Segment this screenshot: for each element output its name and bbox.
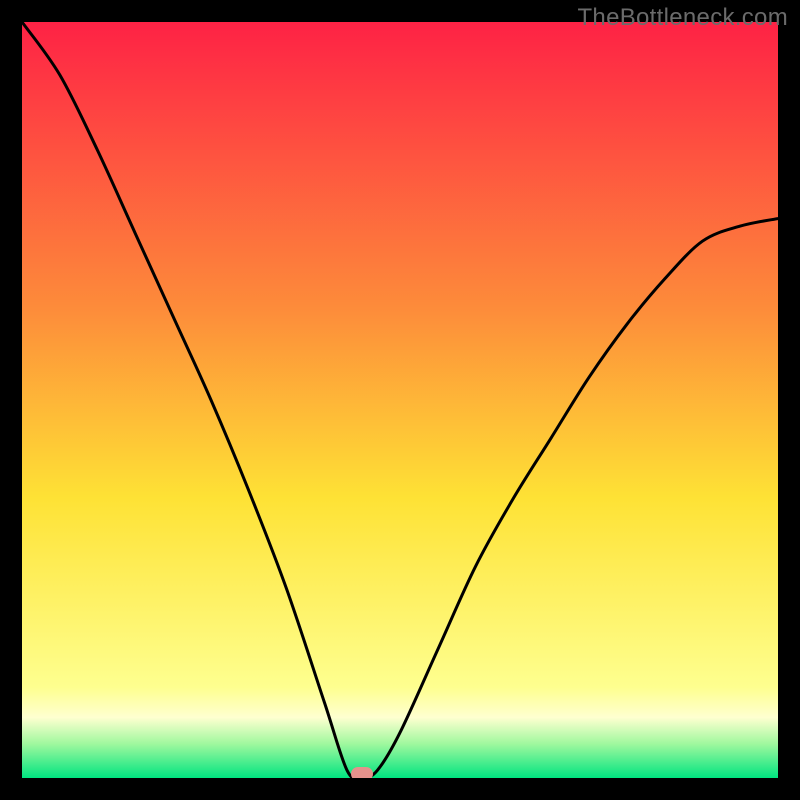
- gradient-background: [22, 22, 778, 778]
- plot-area: [22, 22, 778, 778]
- chart-frame: TheBottleneck.com: [0, 0, 800, 800]
- watermark-text: TheBottleneck.com: [577, 4, 788, 32]
- chart-svg: [22, 22, 778, 778]
- optimum-marker: [351, 767, 373, 778]
